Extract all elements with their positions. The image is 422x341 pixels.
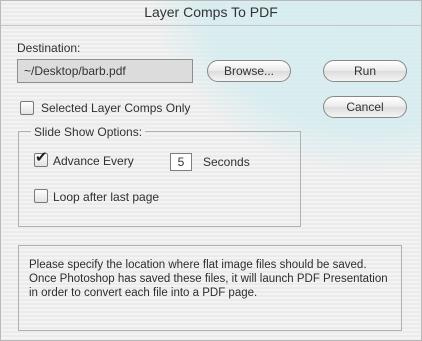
selected-layer-comps-checkbox[interactable] [20, 101, 34, 115]
destination-path-field[interactable]: ~/Desktop/barb.pdf [17, 59, 193, 83]
advance-seconds-input[interactable]: 5 [170, 153, 192, 171]
seconds-label: Seconds [203, 155, 250, 169]
dialog-title: Layer Comps To PDF [144, 4, 278, 20]
loop-after-last-page-label: Loop after last page [53, 190, 160, 204]
layer-comps-to-pdf-dialog: Layer Comps To PDF Destination: ~/Deskto… [0, 0, 422, 341]
destination-label: Destination: [17, 41, 81, 55]
cancel-button[interactable]: Cancel [323, 96, 407, 118]
slide-show-options-title: Slide Show Options: [31, 125, 146, 139]
selected-layer-comps-label: Selected Layer Comps Only [41, 101, 191, 115]
advance-every-checkbox[interactable]: ✔ [34, 149, 48, 167]
loop-after-last-page-checkbox[interactable] [34, 189, 48, 203]
checkmark-icon: ✔ [35, 149, 48, 166]
info-description: Please specify the location where flat i… [18, 245, 402, 331]
title-bar[interactable]: Layer Comps To PDF [1, 1, 421, 26]
advance-every-label: Advance Every [53, 154, 134, 168]
slide-show-options-group [18, 131, 301, 227]
run-button[interactable]: Run [323, 60, 407, 82]
browse-button[interactable]: Browse... [207, 60, 291, 82]
